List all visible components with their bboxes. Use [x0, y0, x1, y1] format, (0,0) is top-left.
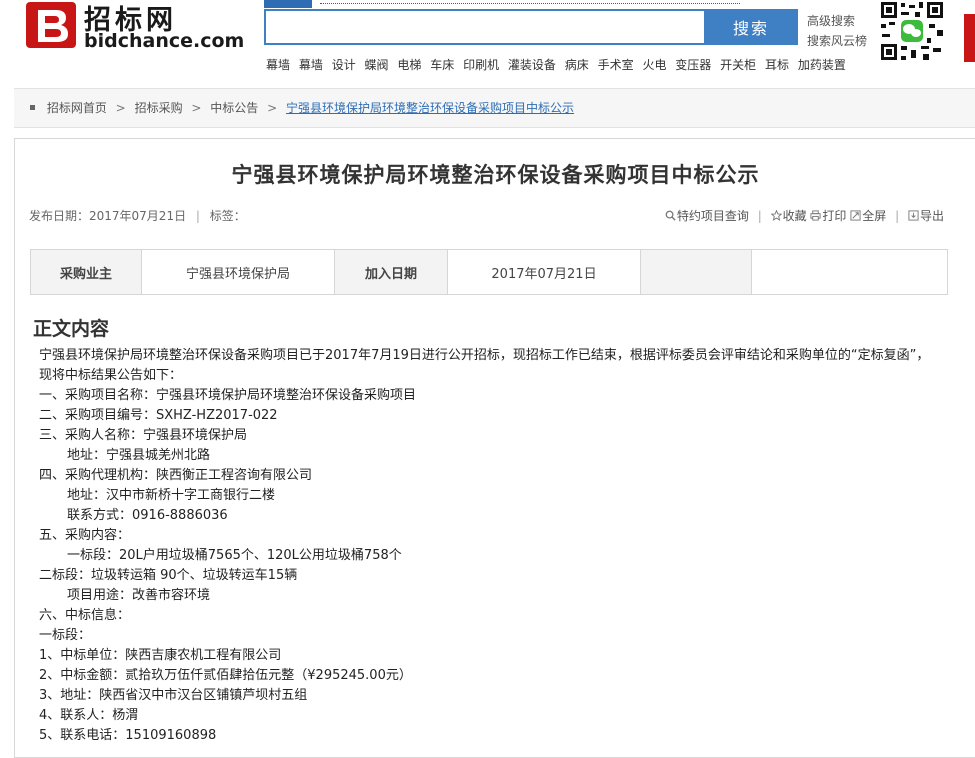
body-line: 三、采购人名称：宁强县环境保护局 [39, 428, 248, 443]
keyword-link[interactable]: 变压器 [675, 58, 711, 72]
breadcrumb-separator: > [191, 101, 202, 115]
body-line: 一标段： [39, 628, 92, 643]
owner-value: 宁强县环境保护局 [141, 249, 335, 295]
keyword-link[interactable]: 电梯 [397, 58, 421, 72]
breadcrumb-bidding[interactable]: 招标采购 [135, 101, 183, 115]
favorite-label: 收藏 [782, 209, 807, 223]
keyword-link[interactable]: 印刷机 [463, 58, 499, 72]
body-line: 二标段：垃圾转运箱 90个、垃圾转运车15辆 [39, 568, 298, 583]
search-links: 高级搜索 搜索风云榜 [807, 11, 867, 51]
keyword-link[interactable]: 火电 [642, 58, 666, 72]
keyword-link[interactable]: 车床 [430, 58, 454, 72]
print-button[interactable]: 打印 [810, 209, 850, 223]
date-value: 2017年07月21日 [447, 249, 641, 295]
star-icon [770, 210, 782, 221]
body-line: 4、联系人：杨渭 [39, 708, 139, 723]
export-button[interactable]: 导出 [908, 209, 944, 223]
toolbar-divider: | [757, 209, 762, 223]
breadcrumb-bullet-icon [30, 105, 35, 110]
empty-value-cell [751, 249, 948, 295]
toolbar-divider: | [895, 209, 900, 223]
export-icon [908, 210, 919, 221]
search-hint-line [320, 0, 740, 4]
date-label: 加入日期 [334, 249, 448, 295]
breadcrumb-home[interactable]: 招标网首页 [47, 101, 107, 115]
article-body: 宁强县环境保护局环境整治环保设备采购项目已于2017年7月19日进行公开招标，现… [39, 346, 939, 746]
keyword-link[interactable]: 设计 [332, 58, 356, 72]
keyword-link[interactable]: 幕墙 [299, 58, 323, 72]
breadcrumb-separator: > [267, 101, 278, 115]
search-field[interactable] [264, 9, 704, 45]
publish-date: 发布日期：2017年07月21日 [29, 209, 187, 223]
fullscreen-icon [850, 210, 861, 221]
search-input[interactable] [266, 11, 704, 43]
body-line: 四、采购代理机构：陕西衡正工程咨询有限公司 [39, 468, 313, 483]
side-banner-edge[interactable] [964, 14, 975, 62]
empty-label-cell [640, 249, 752, 295]
keyword-link[interactable]: 病床 [565, 58, 589, 72]
body-line: 五、采购内容： [39, 528, 131, 543]
body-line: 二、采购项目编号：SXHZ-HZ2017-022 [39, 408, 278, 423]
breadcrumb-current[interactable]: 宁强县环境保护局环境整治环保设备采购项目中标公示 [286, 101, 574, 115]
info-table: 采购业主 宁强县环境保护局 加入日期 2017年07月21日 [30, 249, 948, 295]
favorite-button[interactable]: 收藏 [770, 209, 811, 223]
keyword-link[interactable]: 开关柜 [720, 58, 756, 72]
hot-keywords: 幕墙 幕墙 设计 蝶阀 电梯 车床 印刷机 灌装设备 病床 手术室 火电 变压器… [266, 56, 851, 73]
body-line: 地址：汉中市新桥十字工商银行二楼 [67, 488, 276, 503]
article-panel: 宁强县环境保护局环境整治环保设备采购项目中标公示 发布日期：2017年07月21… [14, 138, 975, 758]
body-line: 六、中标信息： [39, 608, 131, 623]
breadcrumb: 招标网首页 > 招标采购 > 中标公告 > 宁强县环境保护局环境整治环保设备采购… [14, 88, 975, 128]
keyword-link[interactable]: 蝶阀 [365, 58, 389, 72]
site-header: 招标网 bidchance.com 搜索 高级搜索 搜索风云榜 幕墙 幕墙 设计… [0, 0, 975, 88]
page-title: 宁强县环境保护局环境整治环保设备采购项目中标公示 [231, 163, 760, 187]
logo-text-en: bidchance.com [84, 30, 245, 52]
owner-label: 采购业主 [30, 249, 142, 295]
meta-divider: | [195, 209, 200, 223]
body-line: 联系方式：0916-8886036 [67, 508, 228, 523]
body-line: 3、地址：陕西省汉中市汉台区铺镇芦坝村五组 [39, 688, 308, 703]
body-line: 项目用途：改善市容环境 [67, 588, 211, 603]
keyword-link[interactable]: 手术室 [598, 58, 634, 72]
project-query-button[interactable]: 特约项目查询 [665, 209, 753, 223]
advanced-search-link[interactable]: 高级搜索 [807, 11, 867, 31]
logo-mark-icon [26, 2, 76, 48]
body-line: 5、联系电话：15109160898 [39, 728, 217, 743]
article-toolbar: 特约项目查询 | 收藏 打印 全屏 | 导出 [665, 207, 944, 224]
search-ranking-link[interactable]: 搜索风云榜 [807, 31, 867, 51]
search-button[interactable]: 搜索 [704, 9, 798, 45]
info-row: 采购业主 宁强县环境保护局 加入日期 2017年07月21日 [30, 249, 948, 295]
print-label: 打印 [822, 209, 847, 223]
fullscreen-label: 全屏 [862, 209, 887, 223]
body-line: 一、采购项目名称：宁强县环境保护局环境整治环保设备采购项目 [39, 388, 417, 403]
body-paragraph: 宁强县环境保护局环境整治环保设备采购项目已于2017年7月19日进行公开招标，现… [39, 348, 930, 383]
article-meta: 发布日期：2017年07月21日 | 标签： [29, 207, 246, 224]
keyword-link[interactable]: 幕墙 [266, 58, 290, 72]
breadcrumb-award-notices[interactable]: 中标公告 [210, 101, 258, 115]
body-line: 1、中标单位：陕西吉康农机工程有限公司 [39, 648, 282, 663]
search-type-strip [264, 0, 804, 8]
site-logo[interactable]: 招标网 bidchance.com [26, 0, 244, 52]
breadcrumb-separator: > [115, 101, 126, 115]
qr-code-icon [879, 0, 945, 62]
keyword-link[interactable]: 耳标 [765, 58, 789, 72]
keyword-link[interactable]: 加药装置 [798, 58, 846, 72]
body-line: 地址：宁强县城羌州北路 [67, 448, 211, 463]
keyword-link[interactable]: 灌装设备 [508, 58, 556, 72]
fullscreen-button[interactable]: 全屏 [850, 209, 890, 223]
export-label: 导出 [919, 209, 944, 223]
tags-label: 标签： [209, 209, 246, 223]
section-title: 正文内容 [33, 318, 110, 340]
project-query-label: 特约项目查询 [676, 209, 749, 223]
body-line: 2、中标金额：贰拾玖万伍仟贰佰肆拾伍元整（¥295245.00元） [39, 668, 412, 683]
search-icon [665, 210, 676, 221]
body-line: 一标段：20L户用垃圾桶7565个、120L公用垃圾桶758个 [67, 548, 402, 563]
printer-icon [810, 210, 821, 221]
search-type-tab[interactable] [264, 0, 312, 8]
